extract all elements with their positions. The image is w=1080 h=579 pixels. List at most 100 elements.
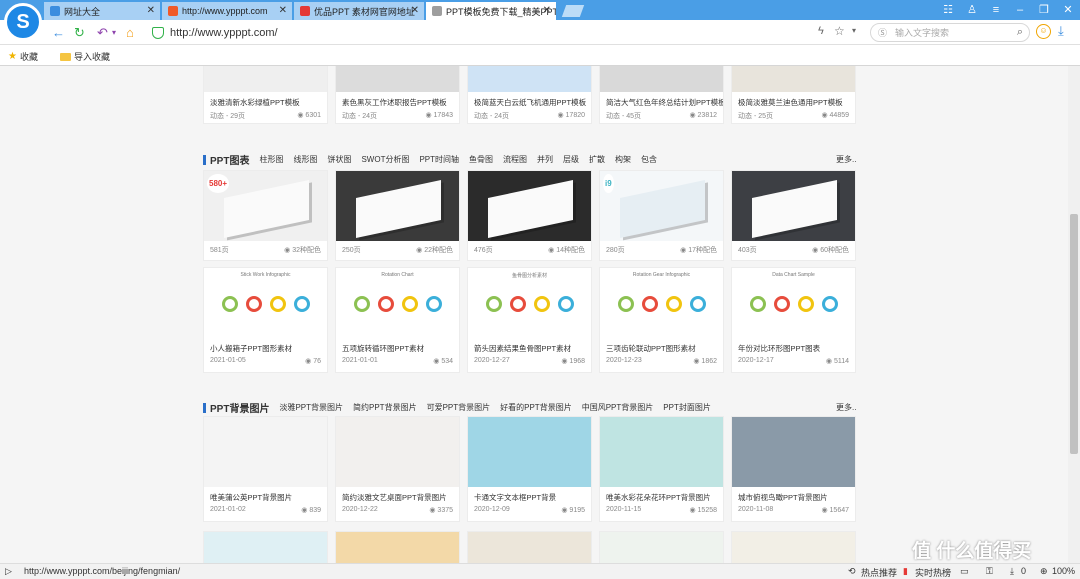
- category-link[interactable]: 流程图: [503, 154, 527, 165]
- tab-close-icon[interactable]: ✕: [543, 5, 551, 16]
- template-card[interactable]: [599, 531, 724, 563]
- download-icon[interactable]: ⤓: [1058, 23, 1064, 39]
- card-thumbnail[interactable]: Data Chart Sample: [732, 268, 855, 338]
- skin-icon[interactable]: ☷: [936, 0, 960, 20]
- tab-close-icon[interactable]: ✕: [147, 5, 155, 16]
- card-title[interactable]: 城市俯视鸟瞰PPT背景图片: [732, 487, 855, 502]
- category-link[interactable]: 扩散: [589, 154, 605, 165]
- card-thumbnail[interactable]: [204, 417, 327, 487]
- card-title[interactable]: 唯美蒲公英PPT背景图片: [204, 487, 327, 502]
- browser-tab[interactable]: 优品PPT 素材网官网地址 ✕: [294, 2, 424, 20]
- zoom-level[interactable]: 100%: [1052, 566, 1075, 576]
- template-card[interactable]: 极简蓝天白云纸飞机通用PPT模板 动态 - 24页 ◉ 17820: [467, 66, 592, 124]
- browser-tab[interactable]: 网址大全 ✕: [44, 2, 160, 20]
- card-title[interactable]: 五项旋转循环图PPT素材: [336, 338, 459, 353]
- category-link[interactable]: SWOT分析图: [361, 154, 409, 165]
- template-card[interactable]: Stick Work Infographic 小人搬箱子PPT图形素材 2021-0…: [203, 267, 328, 373]
- card-thumbnail[interactable]: [468, 66, 591, 92]
- card-title[interactable]: 素色黑灰工作述职报告PPT模板: [336, 92, 459, 107]
- template-card[interactable]: 580+ 581页 ◉ 32种配色: [203, 170, 328, 261]
- category-link[interactable]: PPT封面图片: [663, 402, 711, 413]
- category-link[interactable]: 饼状图: [327, 154, 351, 165]
- template-card[interactable]: 极简淡雅莫兰迪色通用PPT模板 动态 - 25页 ◉ 44859: [731, 66, 856, 124]
- card-title[interactable]: 箭头因素结果鱼骨图PPT素材: [468, 338, 591, 353]
- category-link[interactable]: 简约PPT背景图片: [353, 402, 417, 413]
- template-card[interactable]: 403页 ◉ 60种配色: [731, 170, 856, 261]
- card-title[interactable]: 极简蓝天白云纸飞机通用PPT模板: [468, 92, 591, 107]
- smiley-icon[interactable]: ☺: [1036, 24, 1051, 39]
- template-card[interactable]: 唯美蒲公英PPT背景图片 2021-01-02 ◉ 839: [203, 416, 328, 522]
- scrollbar[interactable]: [1068, 66, 1080, 563]
- card-thumbnail[interactable]: [732, 417, 855, 487]
- template-card[interactable]: Data Chart Sample 年份对比环形图PPT图表 2020-12-17 ◉…: [731, 267, 856, 373]
- minimize-icon[interactable]: –: [1008, 0, 1032, 20]
- screen-icon[interactable]: ▭: [960, 566, 969, 577]
- bookmark-favorites[interactable]: ★ 收藏: [8, 50, 38, 63]
- template-card[interactable]: [203, 531, 328, 563]
- template-card[interactable]: [731, 531, 856, 563]
- scrollbar-thumb[interactable]: [1070, 214, 1078, 454]
- card-thumbnail[interactable]: Rotation Chart: [336, 268, 459, 338]
- card-title[interactable]: 三项齿轮联动PPT图形素材: [600, 338, 723, 353]
- template-card[interactable]: Rotation Chart 五项旋转循环图PPT素材 2021-01-01 ◉ 53…: [335, 267, 460, 373]
- category-link[interactable]: 包含: [641, 154, 657, 165]
- template-card[interactable]: 城市俯视鸟瞰PPT背景图片 2020-11-08 ◉ 15647: [731, 416, 856, 522]
- url-field[interactable]: http://www.ypppt.com/: [152, 24, 862, 41]
- card-thumbnail[interactable]: Rotation Gear Infographic: [600, 268, 723, 338]
- card-title[interactable]: 极简淡雅莫兰迪色通用PPT模板: [732, 92, 855, 107]
- template-card[interactable]: 250页 ◉ 22种配色: [335, 170, 460, 261]
- template-card[interactable]: 鱼骨图分析素材 箭头因素结果鱼骨图PPT素材 2020-12-27 ◉ 1968: [467, 267, 592, 373]
- template-card[interactable]: Rotation Gear Infographic 三项齿轮联动PPT图形素材 20…: [599, 267, 724, 373]
- dropdown-icon[interactable]: ▾: [852, 26, 856, 35]
- category-link[interactable]: 好看的PPT背景图片: [500, 402, 572, 413]
- favorite-star-icon[interactable]: ☆: [834, 24, 845, 38]
- realtime-hotlist[interactable]: 实时热榜: [915, 566, 951, 579]
- template-card[interactable]: 素色黑灰工作述职报告PPT模板 动态 - 24页 ◉ 17843: [335, 66, 460, 124]
- undo-icon[interactable]: ↶: [97, 25, 108, 41]
- card-thumbnail[interactable]: Stick Work Infographic: [204, 268, 327, 338]
- category-link[interactable]: 淡雅PPT背景图片: [279, 402, 343, 413]
- category-link[interactable]: 并列: [537, 154, 553, 165]
- browser-tab[interactable]: PPT模板免费下载_精美PPT ✕: [426, 2, 556, 20]
- category-link[interactable]: PPT时间轴: [419, 154, 459, 165]
- tab-close-icon[interactable]: ✕: [279, 5, 287, 16]
- browser-tab[interactable]: http://www.ypppt.com ✕: [162, 2, 292, 20]
- card-title[interactable]: 淡雅清新水彩绿植PPT模板: [204, 92, 327, 107]
- tab-close-icon[interactable]: ✕: [411, 5, 419, 16]
- category-link[interactable]: 线形图: [293, 154, 317, 165]
- card-title[interactable]: 小人搬箱子PPT图形素材: [204, 338, 327, 353]
- refresh-icon[interactable]: ↻: [74, 25, 85, 41]
- lock-icon[interactable]: ⚿: [986, 566, 993, 577]
- card-thumbnail[interactable]: [600, 66, 723, 92]
- card-title[interactable]: 简约淡雅文艺桌面PPT背景图片: [336, 487, 459, 502]
- card-thumbnail[interactable]: [336, 171, 459, 241]
- back-icon[interactable]: ←: [52, 25, 65, 40]
- card-thumbnail[interactable]: [732, 66, 855, 92]
- card-thumbnail[interactable]: [468, 417, 591, 487]
- search-icon[interactable]: ⌕: [1017, 26, 1023, 39]
- card-thumbnail[interactable]: 鱼骨图分析素材: [468, 268, 591, 338]
- template-card[interactable]: 淡雅清新水彩绿植PPT模板 动态 - 29页 ◉ 6301: [203, 66, 328, 124]
- download-count-icon[interactable]: ⤓: [1010, 566, 1014, 577]
- category-link[interactable]: 层级: [563, 154, 579, 165]
- browser-logo-icon[interactable]: S: [4, 3, 42, 41]
- category-link[interactable]: 可爱PPT背景图片: [427, 402, 491, 413]
- card-title[interactable]: 年份对比环形图PPT图表: [732, 338, 855, 353]
- category-link[interactable]: 中国风PPT背景图片: [582, 402, 654, 413]
- template-card[interactable]: 476页 ◉ 14种配色: [467, 170, 592, 261]
- card-title[interactable]: 简洁大气红色年终总结计划PPT模板: [600, 92, 723, 107]
- category-link[interactable]: 鱼骨图: [469, 154, 493, 165]
- template-card[interactable]: i9 280页 ◉ 17种配色: [599, 170, 724, 261]
- zoom-icon[interactable]: ⊕: [1040, 566, 1048, 577]
- maximize-icon[interactable]: ❐: [1032, 0, 1056, 20]
- card-thumbnail[interactable]: [336, 66, 459, 92]
- search-box[interactable]: Ⓢ 输入文字搜索 ⌕: [870, 23, 1030, 42]
- shirt-icon[interactable]: ♙: [960, 0, 984, 20]
- close-icon[interactable]: ✕: [1056, 0, 1080, 20]
- card-thumbnail[interactable]: i9: [600, 171, 723, 241]
- hot-recommend[interactable]: 热点推荐: [861, 566, 897, 579]
- card-thumbnail[interactable]: 580+: [204, 171, 327, 241]
- home-icon[interactable]: ⌂: [126, 25, 134, 40]
- chevron-down-icon[interactable]: ▾: [112, 28, 116, 37]
- bg-more-link[interactable]: 更多..: [836, 402, 856, 413]
